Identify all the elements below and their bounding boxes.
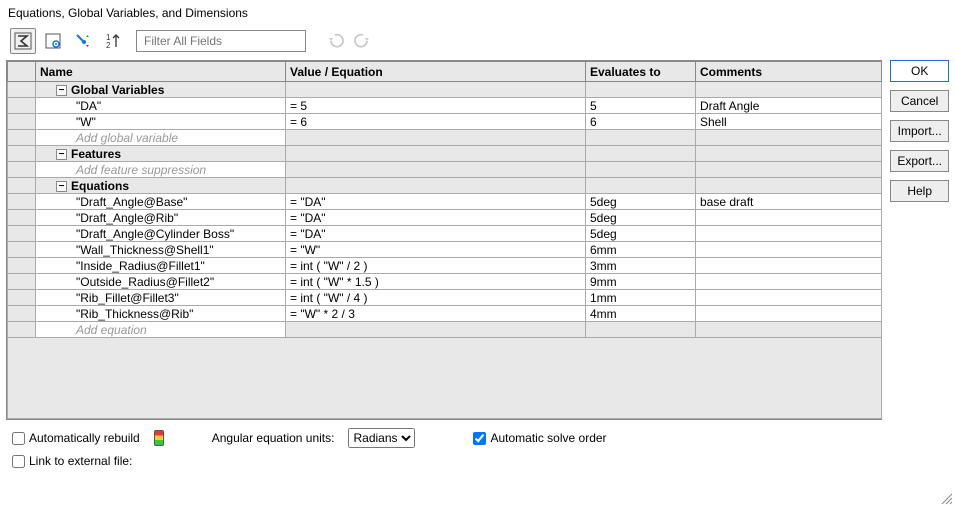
- row-header[interactable]: [8, 114, 36, 130]
- undo-icon[interactable]: [328, 32, 346, 51]
- section-features[interactable]: −Features: [36, 146, 286, 162]
- row-header[interactable]: [8, 178, 36, 194]
- eq-eval-2: 5deg: [586, 226, 696, 242]
- link-external-checkbox[interactable]: Link to external file:: [12, 454, 132, 468]
- section-global-variables[interactable]: −Global Variables: [36, 82, 286, 98]
- eq-value-5[interactable]: = int ( "W" * 1.5 ): [286, 274, 586, 290]
- eq-comment-2[interactable]: [696, 226, 882, 242]
- gv-eval-1: 6: [586, 114, 696, 130]
- row-header[interactable]: [8, 306, 36, 322]
- col-name[interactable]: Name: [36, 62, 286, 82]
- row-header[interactable]: [8, 290, 36, 306]
- angular-units-select[interactable]: Radians: [348, 428, 415, 448]
- import-button[interactable]: Import...: [890, 120, 949, 142]
- col-value[interactable]: Value / Equation: [286, 62, 586, 82]
- eq-value-4[interactable]: = int ( "W" / 2 ): [286, 258, 586, 274]
- eq-name-6[interactable]: "Rib_Fillet@Fillet3": [36, 290, 286, 306]
- eq-value-7[interactable]: = "W" * 2 / 3: [286, 306, 586, 322]
- eq-eval-1: 5deg: [586, 210, 696, 226]
- ok-button[interactable]: OK: [890, 60, 949, 82]
- eq-name-7[interactable]: "Rib_Thickness@Rib": [36, 306, 286, 322]
- button-panel: OK Cancel Import... Export... Help: [890, 24, 949, 474]
- equations-table: Name Value / Equation Evaluates to Comme…: [6, 60, 882, 420]
- dialog-title: Equations, Global Variables, and Dimensi…: [0, 0, 955, 24]
- redo-icon[interactable]: [352, 32, 370, 51]
- row-header[interactable]: [8, 226, 36, 242]
- sort-icon[interactable]: 12: [100, 28, 126, 54]
- col-rowhead: [8, 62, 36, 82]
- eq-comment-4[interactable]: [696, 258, 882, 274]
- dimension-view-icon[interactable]: [40, 28, 66, 54]
- gv-value-1[interactable]: = 6: [286, 114, 586, 130]
- eq-comment-6[interactable]: [696, 290, 882, 306]
- eq-value-1[interactable]: = "DA": [286, 210, 586, 226]
- collapse-icon[interactable]: −: [56, 181, 67, 192]
- eq-comment-3[interactable]: [696, 242, 882, 258]
- eq-value-6[interactable]: = int ( "W" / 4 ): [286, 290, 586, 306]
- gv-name-0[interactable]: "DA": [36, 98, 286, 114]
- table-empty-area: [7, 338, 882, 419]
- eq-eval-4: 3mm: [586, 258, 696, 274]
- section-equations[interactable]: −Equations: [36, 178, 286, 194]
- svg-text:2: 2: [106, 41, 111, 50]
- eq-value-3[interactable]: = "W": [286, 242, 586, 258]
- eq-eval-0: 5deg: [586, 194, 696, 210]
- row-header[interactable]: [8, 258, 36, 274]
- gv-name-1[interactable]: "W": [36, 114, 286, 130]
- sigma-view-icon[interactable]: [10, 28, 36, 54]
- eq-eval-5: 9mm: [586, 274, 696, 290]
- eq-eval-3: 6mm: [586, 242, 696, 258]
- eq-name-4[interactable]: "Inside_Radius@Fillet1": [36, 258, 286, 274]
- eq-eval-6: 1mm: [586, 290, 696, 306]
- auto-solve-checkbox[interactable]: Automatic solve order: [473, 431, 606, 445]
- eq-comment-1[interactable]: [696, 210, 882, 226]
- eq-value-0[interactable]: = "DA": [286, 194, 586, 210]
- col-comments[interactable]: Comments: [696, 62, 882, 82]
- eq-comment-0[interactable]: base draft: [696, 194, 882, 210]
- cancel-button[interactable]: Cancel: [890, 90, 949, 112]
- filter-input-wrap[interactable]: [136, 30, 306, 52]
- eq-add-placeholder[interactable]: Add equation: [36, 322, 286, 338]
- filter-input[interactable]: [142, 33, 301, 49]
- eq-name-3[interactable]: "Wall_Thickness@Shell1": [36, 242, 286, 258]
- collapse-icon[interactable]: −: [56, 149, 67, 160]
- angular-units-label: Angular equation units:: [212, 431, 335, 445]
- ordered-view-icon[interactable]: [70, 28, 96, 54]
- eq-name-1[interactable]: "Draft_Angle@Rib": [36, 210, 286, 226]
- row-header[interactable]: [8, 130, 36, 146]
- eq-name-5[interactable]: "Outside_Radius@Fillet2": [36, 274, 286, 290]
- row-header[interactable]: [8, 98, 36, 114]
- resize-grip-icon[interactable]: [939, 491, 953, 505]
- toolbar: 12: [6, 24, 882, 60]
- eq-value-2[interactable]: = "DA": [286, 226, 586, 242]
- eq-comment-5[interactable]: [696, 274, 882, 290]
- row-header[interactable]: [8, 210, 36, 226]
- row-header[interactable]: [8, 194, 36, 210]
- row-header[interactable]: [8, 322, 36, 338]
- eq-comment-7[interactable]: [696, 306, 882, 322]
- col-evaluates[interactable]: Evaluates to: [586, 62, 696, 82]
- gv-value-0[interactable]: = 5: [286, 98, 586, 114]
- eq-eval-7: 4mm: [586, 306, 696, 322]
- auto-rebuild-checkbox[interactable]: Automatically rebuild: [12, 431, 140, 445]
- feat-add-placeholder[interactable]: Add feature suppression: [36, 162, 286, 178]
- footer: Automatically rebuild Angular equation u…: [6, 420, 882, 474]
- gv-comment-1[interactable]: Shell: [696, 114, 882, 130]
- gv-add-placeholder[interactable]: Add global variable: [36, 130, 286, 146]
- eq-name-2[interactable]: "Draft_Angle@Cylinder Boss": [36, 226, 286, 242]
- row-header[interactable]: [8, 82, 36, 98]
- gv-eval-0: 5: [586, 98, 696, 114]
- traffic-light-icon: [154, 430, 164, 446]
- gv-comment-0[interactable]: Draft Angle: [696, 98, 882, 114]
- row-header[interactable]: [8, 242, 36, 258]
- help-button[interactable]: Help: [890, 180, 949, 202]
- eq-name-0[interactable]: "Draft_Angle@Base": [36, 194, 286, 210]
- row-header[interactable]: [8, 162, 36, 178]
- export-button[interactable]: Export...: [890, 150, 949, 172]
- collapse-icon[interactable]: −: [56, 85, 67, 96]
- row-header[interactable]: [8, 146, 36, 162]
- row-header[interactable]: [8, 274, 36, 290]
